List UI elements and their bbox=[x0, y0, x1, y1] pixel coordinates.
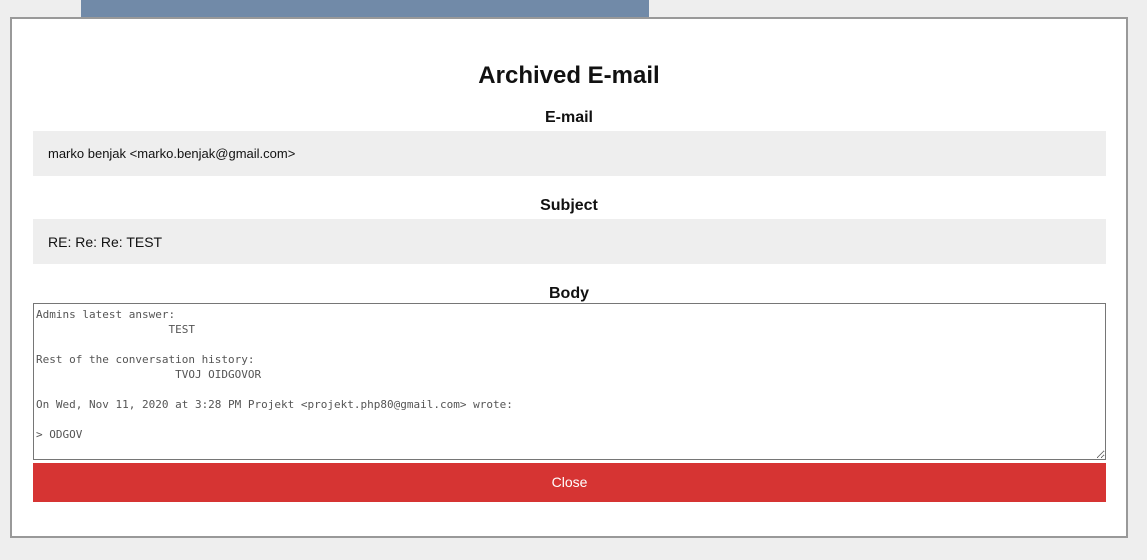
archived-email-modal: Archived E-mail E-mail marko benjak <mar… bbox=[10, 17, 1128, 538]
email-field: marko benjak <marko.benjak@gmail.com> bbox=[33, 131, 1106, 176]
body-textarea[interactable] bbox=[33, 303, 1106, 460]
subject-label: Subject bbox=[540, 197, 598, 214]
email-label: E-mail bbox=[544, 109, 593, 126]
close-button[interactable]: Close bbox=[33, 463, 1106, 502]
body-label: Body bbox=[549, 285, 589, 302]
modal-title: Archived E-mail bbox=[478, 62, 660, 89]
subject-field: RE: Re: Re: TEST bbox=[33, 219, 1106, 264]
